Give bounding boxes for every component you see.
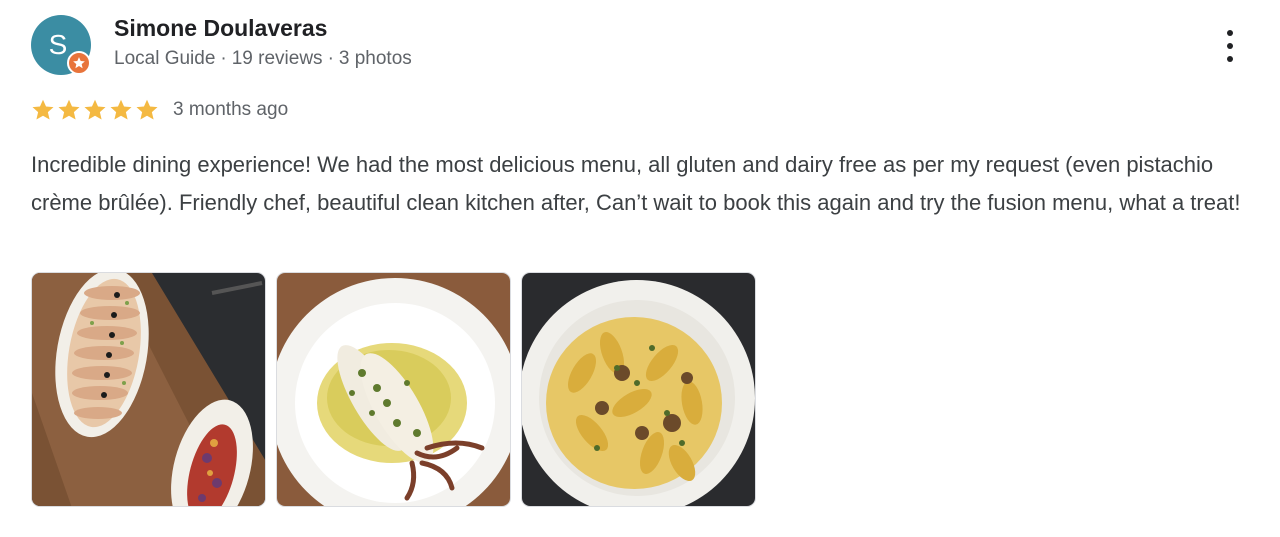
photo-pasta[interactable]	[521, 272, 756, 507]
star-icon	[58, 99, 80, 120]
reviewer-name[interactable]: Simone Doulaveras	[114, 15, 327, 42]
separator: ·	[220, 48, 227, 69]
photo-count: 3 photos	[338, 48, 412, 69]
separator: ·	[327, 48, 334, 69]
review-count: 19 reviews	[231, 48, 323, 69]
local-guide-star-icon	[67, 51, 91, 75]
star-icon	[110, 99, 132, 120]
more-vert-icon[interactable]	[1216, 26, 1244, 66]
star-icon	[32, 99, 54, 120]
avatar-letter: S	[48, 29, 68, 60]
review-time: 3 months ago	[173, 99, 289, 120]
reviewer-meta: Local Guide · 19 reviews · 3 photos	[114, 48, 412, 70]
photo-sashimi[interactable]	[31, 272, 266, 507]
star-icon	[136, 99, 158, 120]
local-guide-label: Local Guide	[114, 48, 216, 69]
star-icon	[84, 99, 106, 120]
star-rating	[30, 97, 160, 123]
review-text: Incredible dining experience! We had the…	[31, 152, 1241, 215]
photo-squid[interactable]	[276, 272, 511, 507]
review-card: S Simone Doulaveras Local Guide · 19 revie…	[0, 0, 1280, 537]
